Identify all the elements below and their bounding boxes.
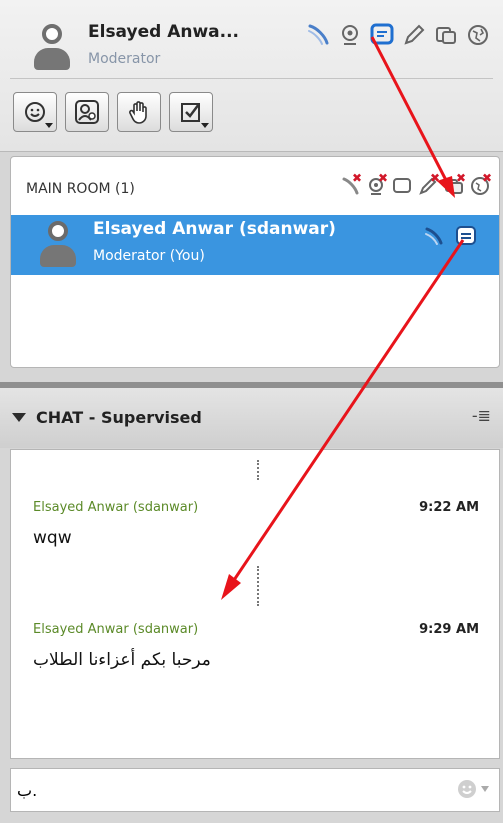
pencil-icon[interactable] [401,22,427,48]
message-text: مرحبا بكم أعزاءنا الطلاب [33,650,211,670]
emoticon-picker-button[interactable] [456,778,489,800]
message-separator [257,460,260,480]
avatar [30,24,74,72]
profile-name: Elsayed Anwa... [88,22,240,42]
room-title: MAIN ROOM (1) [26,181,135,197]
settings-user-button[interactable] [65,92,109,132]
avatar [36,221,80,269]
chat-icon[interactable] [369,22,395,48]
chat-header[interactable]: CHAT - Supervised -≣ [0,388,503,448]
my-status-icons [305,22,491,48]
globe-icon[interactable]: ✖ [469,172,492,197]
raise-hand-icon [129,101,147,124]
participant-row[interactable]: Elsayed Anwar (sdanwar) Moderator (You) [11,215,499,275]
message-separator [257,566,260,606]
webcam-icon[interactable]: ✖ [365,172,388,197]
user-tool-buttons [13,92,213,132]
profile-role: Moderator [88,51,161,67]
message-text: wqw [33,528,72,548]
microphone-icon[interactable] [421,223,447,249]
message-sender: Elsayed Anwar (sdanwar) [33,500,199,515]
microphone-icon[interactable]: ✖ [339,172,362,197]
emoticon-icon [458,780,476,798]
participant-status-icons [421,223,479,249]
globe-icon[interactable] [465,22,491,48]
chat-options-menu-icon[interactable]: -≣ [472,406,491,425]
divider [10,78,493,79]
raise-hand-button[interactable] [117,92,161,132]
chat-message-area[interactable]: Elsayed Anwar (sdanwar) 9:22 AM wqw Elsa… [10,449,500,759]
chat-title: CHAT - Supervised [36,408,202,427]
status-emoticon-icon [25,102,45,122]
room-column-icons: ✖ ✖ ✖ ✖ ✖ [339,172,492,197]
participant-name: Elsayed Anwar (sdanwar) [93,219,336,239]
chat-icon[interactable] [453,223,479,249]
poll-checkbox-icon [181,103,200,122]
status-emoticon-button[interactable] [13,92,57,132]
pencil-icon[interactable]: ✖ [417,172,440,197]
chat-input[interactable] [17,775,437,805]
microphone-icon[interactable] [305,22,331,48]
message-time: 9:22 AM [419,500,479,515]
screen-share-icon[interactable] [433,22,459,48]
my-profile-panel: Elsayed Anwa... Moderator [0,0,503,152]
screen-share-icon[interactable]: ✖ [443,172,466,197]
chat-input-container [10,768,500,812]
collapse-arrow-icon[interactable] [12,413,26,422]
webcam-icon[interactable] [337,22,363,48]
participant-role: Moderator (You) [93,248,205,264]
message-sender: Elsayed Anwar (sdanwar) [33,622,199,637]
chat-icon[interactable] [391,175,413,197]
participant-list-panel: MAIN ROOM (1) ✖ ✖ ✖ ✖ ✖ Elsayed Anwar (s… [10,156,500,368]
message-time: 9:29 AM [419,622,479,637]
settings-user-icon [75,100,99,124]
chevron-down-icon [481,786,489,792]
poll-button[interactable] [169,92,213,132]
